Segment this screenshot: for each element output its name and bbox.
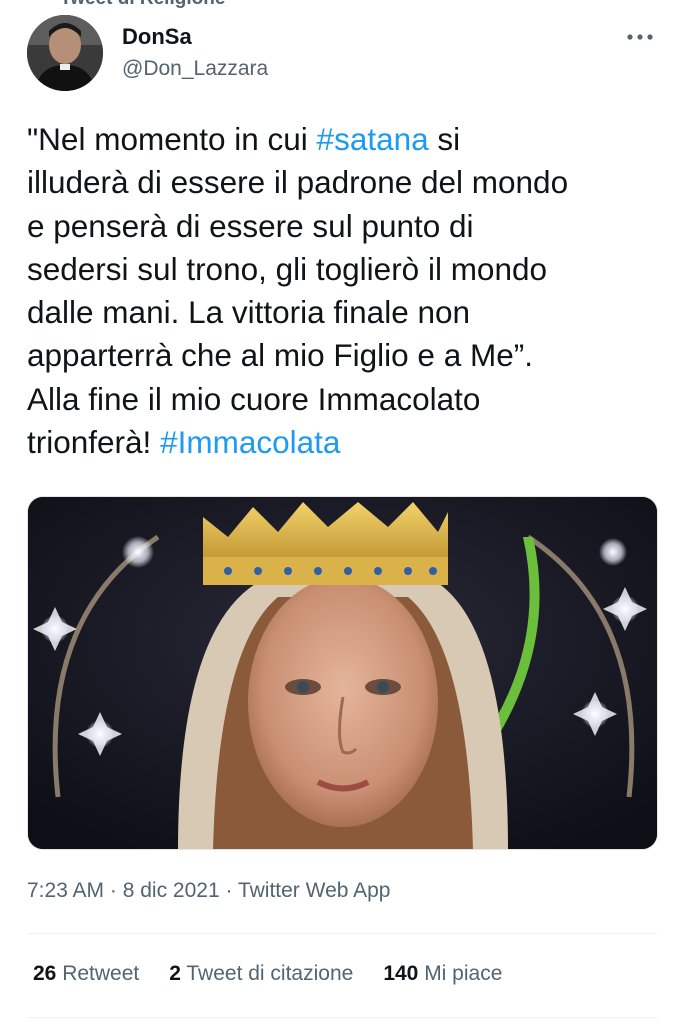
tweet-text-segment: apparterrà che al mio Figlio e a Me”. bbox=[27, 337, 533, 374]
madonna-statue-image bbox=[28, 497, 657, 849]
tweet-text-line: "Nel momento in cui #satana si bbox=[27, 118, 667, 161]
avatar-photo bbox=[27, 15, 103, 91]
tweet-text-segment: "Nel momento in cui bbox=[27, 121, 317, 157]
tweet-text-segment: si bbox=[428, 121, 461, 157]
divider bbox=[27, 1017, 658, 1018]
tweet-time[interactable]: 7:23 AM bbox=[27, 879, 104, 902]
quote-tweets-stat[interactable]: 2 Tweet di citazione bbox=[169, 962, 353, 986]
retweets-label: Retweet bbox=[56, 962, 140, 985]
tweet-text-line: illuderà di essere il padrone del mondo bbox=[27, 161, 667, 204]
tweet-text-segment: sedersi sul trono, gli toglierò il mondo bbox=[27, 250, 548, 287]
likes-label: Mi piace bbox=[418, 962, 503, 985]
tweet-text: "Nel momento in cui #satana si illuderà d… bbox=[27, 118, 667, 464]
hashtag-link[interactable]: #satana bbox=[317, 121, 429, 157]
engagement-stats: 26 Retweet 2 Tweet di citazione 140 Mi p… bbox=[33, 962, 502, 986]
more-horizontal-icon bbox=[627, 34, 653, 40]
more-options-button[interactable] bbox=[620, 25, 660, 49]
likes-count: 140 bbox=[383, 962, 419, 985]
author-handle[interactable]: @Don_Lazzara bbox=[122, 57, 268, 81]
social-context-label: Tweet di Religione bbox=[60, 0, 225, 9]
meta-separator: · bbox=[219, 879, 238, 902]
tweet-text-line: sedersi sul trono, gli toglierò il mondo bbox=[27, 248, 667, 291]
tweet-image[interactable] bbox=[27, 496, 658, 850]
likes-stat[interactable]: 140 Mi piace bbox=[383, 962, 502, 986]
retweets-count: 26 bbox=[33, 962, 57, 985]
retweets-stat[interactable]: 26 Retweet bbox=[33, 962, 139, 986]
tweet-source[interactable]: Twitter Web App bbox=[238, 879, 391, 902]
divider bbox=[27, 933, 658, 934]
tweet-text-line: Alla fine il mio cuore Immacolato bbox=[27, 378, 667, 421]
tweet-text-line: trionferà! #Immacolata bbox=[27, 421, 667, 464]
tweet-text-line: dalle mani. La vittoria finale non bbox=[27, 291, 667, 334]
tweet-text-segment: e penserà di essere sul punto di bbox=[27, 207, 474, 244]
hashtag-link[interactable]: #Immacolata bbox=[160, 424, 340, 460]
meta-separator: · bbox=[104, 879, 123, 902]
tweet-text-segment: Alla fine il mio cuore Immacolato bbox=[27, 380, 481, 417]
avatar[interactable] bbox=[27, 15, 103, 91]
quotes-count: 2 bbox=[169, 962, 181, 985]
quotes-label: Tweet di citazione bbox=[180, 962, 354, 985]
tweet-text-line: e penserà di essere sul punto di bbox=[27, 205, 667, 248]
author-name[interactable]: DonSa bbox=[122, 24, 192, 50]
tweet-text-segment: dalle mani. La vittoria finale non bbox=[27, 294, 471, 331]
tweet-text-segment: illuderà di essere il padrone del mondo bbox=[27, 164, 569, 201]
tweet-metadata: 7:23 AM · 8 dic 2021 · Twitter Web App bbox=[27, 879, 390, 903]
tweet-date[interactable]: 8 dic 2021 bbox=[123, 879, 220, 902]
tweet-text-line: apparterrà che al mio Figlio e a Me”. bbox=[27, 334, 667, 377]
tweet-text-segment: trionferà! bbox=[27, 424, 161, 461]
